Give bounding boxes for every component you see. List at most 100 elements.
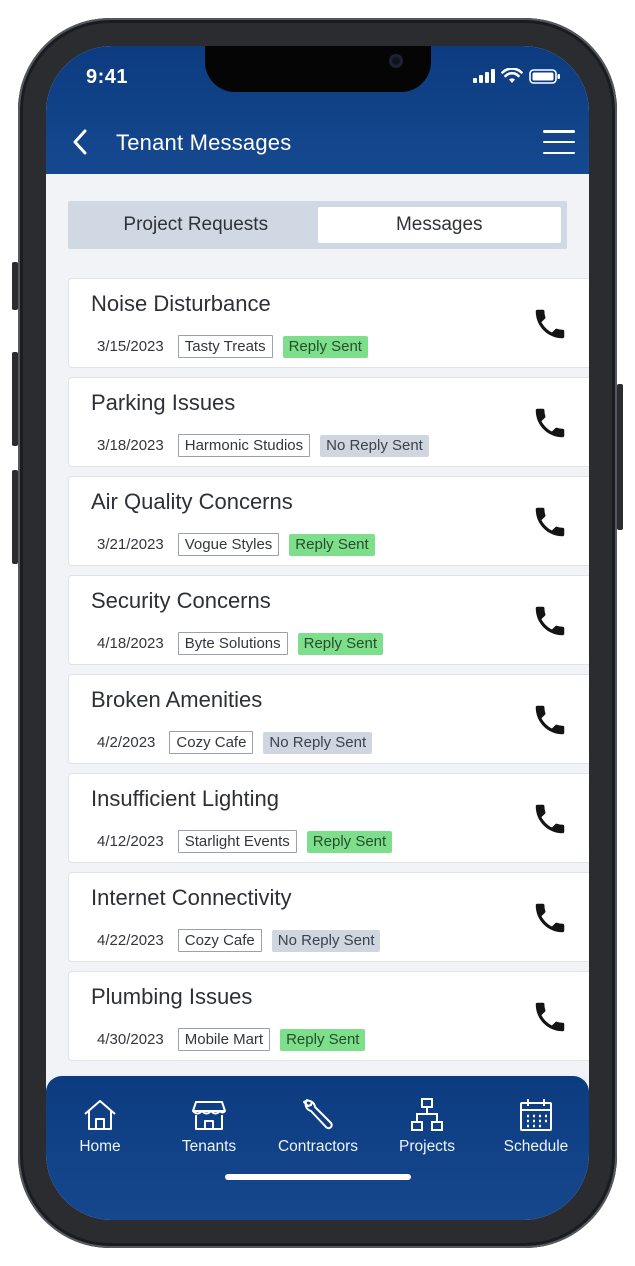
back-button[interactable] [66,124,94,160]
message-title: Plumbing Issues [91,984,253,1009]
status-badge: Reply Sent [297,632,383,655]
message-meta: 3/21/2023 Vogue Styles Reply Sent [97,533,375,556]
message-card[interactable]: Air Quality Concerns 3/21/2023 Vogue Sty… [68,476,589,566]
message-date: 3/18/2023 [97,437,164,454]
tab-project-requests[interactable]: Project Requests [74,207,318,243]
message-title: Security Concerns [91,588,271,613]
segmented-control: Project Requests Messages [68,201,567,249]
tenant-tag: Starlight Events [177,830,297,853]
tenant-tag: Cozy Cafe [177,929,262,952]
message-card[interactable]: Broken Amenities 4/2/2023 Cozy Cafe No R… [68,674,589,764]
message-title: Air Quality Concerns [91,489,293,514]
nav-tenants[interactable]: Tenants [155,1096,263,1156]
wifi-icon [501,68,523,83]
message-meta: 4/18/2023 Byte Solutions Reply Sent [97,632,383,655]
nav-contractors-label: Contractors [277,1138,359,1155]
notch [205,46,431,92]
message-date: 4/2/2023 [97,734,156,751]
tenant-tag: Mobile Mart [177,1028,271,1051]
calendar-icon [520,1099,552,1131]
status-badge: Reply Sent [289,533,375,556]
nav-schedule[interactable]: Schedule [482,1096,589,1156]
message-title: Insufficient Lighting [91,786,279,811]
tenant-tag: Cozy Cafe [169,731,254,754]
nav-home-label: Home [79,1138,121,1155]
tenant-tag: Byte Solutions [177,632,288,655]
status-badge: Reply Sent [282,335,368,358]
message-meta: 4/22/2023 Cozy Cafe No Reply Sent [97,929,381,952]
message-meta: 3/15/2023 Tasty Treats Reply Sent [97,335,368,358]
app-screen: 9:41 Tenant Messages Project Requests Me… [46,46,589,1220]
status-icons [473,68,561,84]
phone-icon [535,903,565,933]
call-button[interactable] [531,800,569,838]
tab-messages[interactable]: Messages [317,207,561,243]
wrench-icon [303,1099,333,1130]
call-button[interactable] [531,998,569,1036]
message-card[interactable]: Parking Issues 3/18/2023 Harmonic Studio… [68,377,589,467]
status-time: 9:41 [86,66,129,88]
status-badge: Reply Sent [280,1028,366,1051]
battery-icon [529,68,560,84]
message-meta: 4/2/2023 Cozy Cafe No Reply Sent [97,731,373,754]
tenant-tag: Vogue Styles [177,533,280,556]
message-meta: 4/12/2023 Starlight Events Reply Sent [97,830,393,853]
home-indicator[interactable] [225,1174,411,1180]
phone-icon [535,606,565,636]
phone-frame: 9:41 Tenant Messages Project Requests Me… [18,18,617,1248]
status-badge: No Reply Sent [320,434,429,457]
chevron-left-icon [73,129,87,155]
call-button[interactable] [531,503,569,541]
sitemap-icon [411,1098,443,1131]
nav-contractors[interactable]: Contractors [264,1096,372,1156]
message-date: 4/22/2023 [97,932,164,949]
storefront-icon [192,1101,226,1130]
phone-icon [535,309,565,339]
nav-projects[interactable]: Projects [373,1096,481,1156]
message-card[interactable]: Plumbing Issues 4/30/2023 Mobile Mart Re… [68,971,589,1061]
page-title: Tenant Messages [116,130,292,155]
signal-icon [473,69,495,83]
message-card[interactable]: Security Concerns 4/18/2023 Byte Solutio… [68,575,589,665]
phone-icon [535,1002,565,1032]
call-button[interactable] [531,404,569,442]
message-date: 4/12/2023 [97,833,164,850]
message-date: 4/18/2023 [97,635,164,652]
call-button[interactable] [531,305,569,343]
camera [389,54,403,68]
phone-icon [535,408,565,438]
message-card[interactable]: Noise Disturbance 3/15/2023 Tasty Treats… [68,278,589,368]
nav-tenants-label: Tenants [181,1138,237,1155]
message-date: 3/21/2023 [97,536,164,553]
message-title: Parking Issues [91,390,236,415]
main-content: Project Requests Messages Noise Disturba… [46,174,589,1074]
call-button[interactable] [531,899,569,937]
phone-icon [535,804,565,834]
app-header: 9:41 Tenant Messages [46,46,589,174]
message-title: Noise Disturbance [91,291,271,316]
bottom-nav: Home Tenants Contractors Projects Schedu… [46,1076,589,1220]
call-button[interactable] [531,701,569,739]
tenant-tag: Harmonic Studios [177,434,311,457]
phone-icon [535,705,565,735]
nav-home[interactable]: Home [46,1096,154,1156]
message-card[interactable]: Internet Connectivity 4/22/2023 Cozy Caf… [68,872,589,962]
message-card[interactable]: Insufficient Lighting 4/12/2023 Starligh… [68,773,589,863]
call-button[interactable] [531,602,569,640]
message-title: Internet Connectivity [91,885,292,910]
hamburger-menu-icon[interactable] [543,126,575,158]
message-date: 3/15/2023 [97,338,164,355]
status-badge: No Reply Sent [271,929,381,952]
message-meta: 3/18/2023 Harmonic Studios No Reply Sent [97,434,429,457]
power-button [617,384,623,530]
status-badge: Reply Sent [306,830,393,853]
phone-icon [535,507,565,537]
message-date: 4/30/2023 [97,1031,164,1048]
nav-schedule-label: Schedule [503,1138,569,1155]
status-badge: No Reply Sent [263,731,373,754]
nav-projects-label: Projects [399,1138,455,1155]
message-meta: 4/30/2023 Mobile Mart Reply Sent [97,1028,366,1051]
message-title: Broken Amenities [91,687,263,712]
tenant-tag: Tasty Treats [177,335,273,358]
home-icon [84,1100,116,1130]
